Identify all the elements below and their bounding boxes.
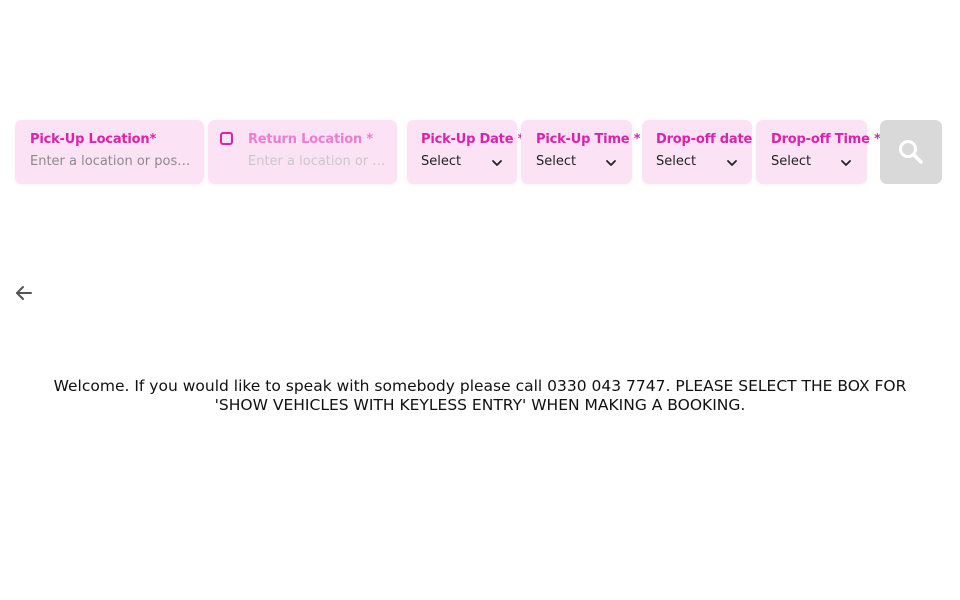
pickup-location-label: Pick-Up Location* <box>30 132 157 147</box>
return-location-input[interactable]: Enter a location or post code <box>248 154 388 169</box>
pickup-location-input[interactable]: Enter a location or post code <box>30 154 195 169</box>
pickup-location-field[interactable]: Pick-Up Location* Enter a location or po… <box>15 120 204 184</box>
pickup-date-label: Pick-Up Date * <box>421 132 525 147</box>
search-icon <box>899 140 923 164</box>
return-location-field[interactable]: Return Location * Enter a location or po… <box>208 120 397 184</box>
pickup-date-field[interactable]: Pick-Up Date * Select <box>407 120 524 184</box>
dropoff-time-select[interactable]: Select <box>771 154 811 169</box>
dropoff-date-select[interactable]: Select <box>656 154 696 169</box>
pickup-time-label: Pick-Up Time * <box>536 132 641 147</box>
arrow-left-icon[interactable] <box>14 283 34 303</box>
pickup-time-field[interactable]: Pick-Up Time * Select <box>521 120 641 184</box>
pickup-date-select[interactable]: Select <box>421 154 461 169</box>
chevron-down-icon <box>841 160 851 166</box>
page: Pick-Up Location* Enter a location or po… <box>0 0 960 600</box>
dropoff-date-label: Drop-off date * <box>656 132 764 147</box>
dropoff-date-field[interactable]: Drop-off date * Select <box>642 120 763 184</box>
return-location-checkbox[interactable] <box>220 132 233 145</box>
dropoff-time-field[interactable]: Drop-off Time * Select <box>756 120 881 184</box>
chevron-down-icon <box>727 160 737 166</box>
welcome-message: Welcome. If you would like to speak with… <box>53 377 907 414</box>
pickup-time-select[interactable]: Select <box>536 154 576 169</box>
chevron-down-icon <box>492 160 502 166</box>
chevron-down-icon <box>606 160 616 166</box>
search-button[interactable] <box>880 120 942 184</box>
return-location-label: Return Location * <box>248 132 373 147</box>
dropoff-time-label: Drop-off Time * <box>771 132 881 147</box>
